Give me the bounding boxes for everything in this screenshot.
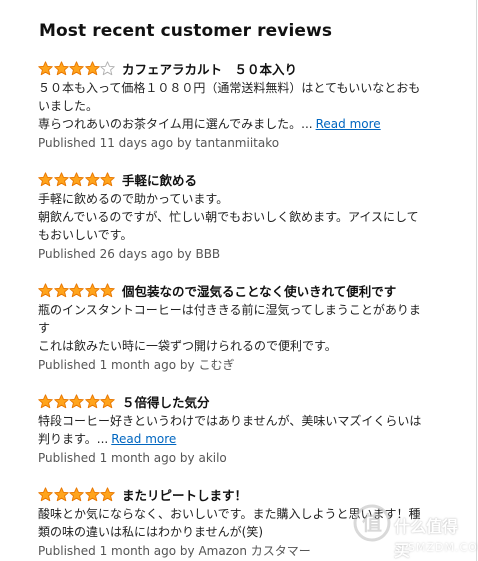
star-filled-icon <box>85 60 100 75</box>
watermark: 值 什么值得买 SMZDM.COM <box>352 501 478 560</box>
review-header: カフェアラカルト ５０本入り <box>38 58 458 78</box>
star-filled-icon <box>53 171 69 186</box>
star-rating[interactable] <box>38 282 116 298</box>
star-filled-icon <box>38 60 53 75</box>
star-filled-icon <box>69 486 84 501</box>
star-filled-icon <box>100 282 116 297</box>
review-title[interactable]: 個包装なので湿気ることなく使いきれて便利です <box>122 281 396 300</box>
star-rating[interactable] <box>38 171 116 187</box>
review-title[interactable]: カフェアラカルト ５０本入り <box>122 59 297 78</box>
review-title[interactable]: ５倍得した気分 <box>122 392 210 411</box>
star-filled-icon <box>85 282 100 297</box>
review-meta: Published 1 month ago by こむぎ <box>38 358 235 372</box>
review-item: ５倍得した気分 特段コーヒー好きというわけではありませんが、美味いマズイくらいは… <box>38 391 458 467</box>
review-text-line: 判ります。... <box>38 432 109 446</box>
review-body: ５０本も入って価格１０８０円（通常送料無料）はとてもいいなとおも いました。 専… <box>38 79 458 133</box>
star-filled-icon <box>69 60 84 75</box>
star-empty-icon <box>100 60 116 75</box>
watermark-subtext: SMZDM.COM <box>408 541 478 554</box>
review-text-line: 朝飲んでいるのですが、忙しい朝でもおいしく飲めます。アイスにして <box>38 210 419 224</box>
review-text-line: いました。 <box>38 99 99 113</box>
star-filled-icon <box>85 393 100 408</box>
review-meta: Published 11 days ago by tantanmiitako <box>38 136 280 150</box>
review-header: ５倍得した気分 <box>38 391 458 411</box>
star-filled-icon <box>100 393 116 408</box>
review-body: 瓶のインスタントコーヒーは付ききる前に湿気ってしまうことがありま す これは飲み… <box>38 301 458 355</box>
review-header: 手軽に飲める <box>38 169 458 189</box>
star-rating[interactable] <box>38 393 116 409</box>
star-filled-icon <box>69 171 84 186</box>
watermark-logo-icon: 值 <box>353 504 391 542</box>
review-text-line: 瓶のインスタントコーヒーは付ききる前に湿気ってしまうことがありま <box>38 303 421 317</box>
star-filled-icon <box>69 282 84 297</box>
review-title[interactable]: 手軽に飲める <box>122 170 197 189</box>
review-meta: Published 1 month ago by akilo <box>38 451 227 465</box>
star-filled-icon <box>85 486 100 501</box>
review-text-line: もおいしいです。 <box>38 228 133 242</box>
review-body: 特段コーヒー好きというわけではありませんが、美味いマズイくらいは 判ります。..… <box>38 412 458 448</box>
read-more-link[interactable]: Read more <box>316 117 381 131</box>
read-more-link[interactable]: Read more <box>111 432 176 446</box>
star-filled-icon <box>38 282 53 297</box>
review-text-line: 特段コーヒー好きというわけではありませんが、美味いマズイくらいは <box>38 414 422 428</box>
star-rating[interactable] <box>38 60 116 76</box>
review-text-line: す <box>38 321 51 335</box>
review-text-line: 専らつれあいのお茶タイム用に選んでみました。... <box>38 117 313 131</box>
review-body: 手軽に飲めるので助かっています。 朝飲んでいるのですが、忙しい朝でもおいしく飲め… <box>38 190 458 244</box>
review-header: 個包装なので湿気ることなく使いきれて便利です <box>38 280 458 300</box>
star-filled-icon <box>53 486 69 501</box>
star-rating[interactable] <box>38 486 116 502</box>
review-title[interactable]: またリピートします！ <box>122 485 247 504</box>
review-text-line: これは飲みたい時に一袋ずつ開けられるので便利です。 <box>38 339 337 353</box>
star-filled-icon <box>38 486 53 501</box>
star-filled-icon <box>85 171 100 186</box>
star-filled-icon <box>53 282 69 297</box>
star-filled-icon <box>100 486 116 501</box>
star-filled-icon <box>38 171 53 186</box>
review-meta: Published 26 days ago by BBB <box>38 247 221 261</box>
star-filled-icon <box>53 393 69 408</box>
star-filled-icon <box>38 393 53 408</box>
review-item: 個包装なので湿気ることなく使いきれて便利です 瓶のインスタントコーヒーは付ききる… <box>38 280 458 374</box>
review-item: 手軽に飲める 手軽に飲めるので助かっています。 朝飲んでいるのですが、忙しい朝で… <box>38 169 458 263</box>
review-text-line: ５０本も入って価格１０８０円（通常送料無料）はとてもいいなとおも <box>38 81 421 95</box>
star-filled-icon <box>53 60 69 75</box>
star-filled-icon <box>100 171 116 186</box>
star-filled-icon <box>69 393 84 408</box>
review-item: カフェアラカルト ５０本入り ５０本も入って価格１０８０円（通常送料無料）はとて… <box>38 58 458 152</box>
review-text-line: 手軽に飲めるので助かっています。 <box>38 192 229 206</box>
svg-text:值: 值 <box>362 511 382 535</box>
section-title: Most recent customer reviews <box>39 21 333 41</box>
